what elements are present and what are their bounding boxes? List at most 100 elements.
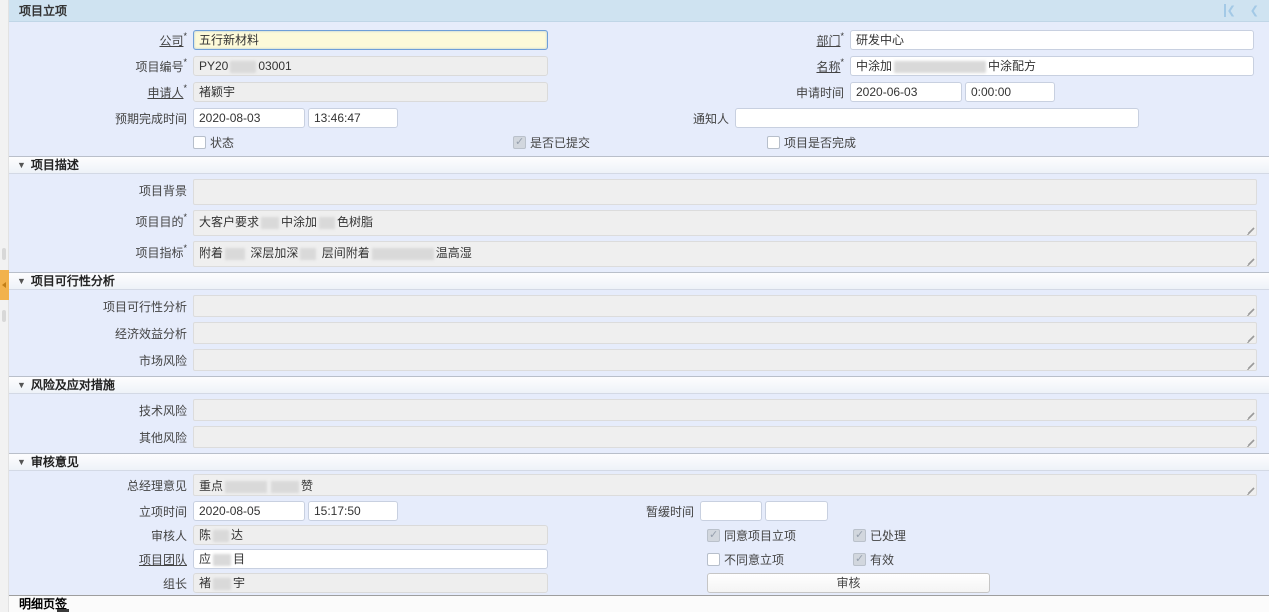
apply-time-label: 申请时间: [548, 84, 844, 101]
department-label: 部门*: [548, 32, 844, 49]
applicant-label: 申请人*: [9, 84, 187, 101]
submitted-checkbox[interactable]: [513, 136, 526, 149]
team-label: 项目团队: [9, 551, 187, 568]
form-row: 项目目的* 大客户要求中涂加色树脂: [9, 210, 1269, 236]
setup-time-label: 立项时间: [9, 503, 187, 520]
redacted-text: [271, 481, 299, 493]
record-nav: ❮ ❮: [1224, 4, 1259, 17]
setup-time-input[interactable]: 15:17:50: [308, 501, 398, 521]
collapse-triangle-icon: ▼: [17, 377, 26, 394]
other-risk-textarea[interactable]: [193, 426, 1257, 448]
left-splitter-bar: [0, 0, 9, 612]
expected-time-label: 预期完成时间: [9, 110, 187, 127]
company-input[interactable]: 五行新材料: [193, 30, 548, 50]
resize-grip-icon[interactable]: [1244, 223, 1255, 234]
name-input[interactable]: 中涂加中涂配方: [850, 56, 1254, 76]
valid-checkbox-label: 有效: [870, 551, 894, 568]
form-row: 审核人 陈达 同意项目立项 已处理: [9, 525, 1269, 545]
form-row: 公司* 五行新材料 部门* 研发中心: [9, 30, 1269, 50]
collapse-panel-handle[interactable]: [0, 270, 9, 300]
form-row: 项目团队 应目 不同意立项 有效: [9, 549, 1269, 569]
gm-opinion-label: 总经理意见: [9, 474, 187, 494]
team-input[interactable]: 应目: [193, 549, 548, 569]
resize-grip-icon[interactable]: [1244, 254, 1255, 265]
economic-benefit-textarea[interactable]: [193, 322, 1257, 344]
agree-checkbox[interactable]: [707, 529, 720, 542]
pause-time-input[interactable]: [765, 501, 828, 521]
purpose-textarea[interactable]: 大客户要求中涂加色树脂: [193, 210, 1257, 236]
form-row: 技术风险: [9, 399, 1269, 421]
section-description-body: 项目背景 项目目的* 大客户要求中涂加色树脂 项目指标* 附着 深层加深 层间附…: [9, 174, 1269, 267]
redacted-text: [225, 248, 245, 260]
project-initiation-page: 项目立项 ❮ ❮ 公司* 五行新材料 部门* 研发中心 项目编号* PY2003…: [0, 0, 1269, 612]
section-header-feasibility[interactable]: ▼项目可行性分析: [9, 272, 1269, 290]
section-review-body: 总经理意见 重点赞 立项时间 2020-08-05 15:17:50 暂缓时间 …: [9, 471, 1269, 593]
market-risk-textarea[interactable]: [193, 349, 1257, 371]
feasibility-analysis-label: 项目可行性分析: [9, 295, 187, 315]
technical-risk-textarea[interactable]: [193, 399, 1257, 421]
form-row: 立项时间 2020-08-05 15:17:50 暂缓时间: [9, 501, 1269, 521]
form-row: 组长 褚宇 审核: [9, 573, 1269, 593]
indicators-textarea[interactable]: 附着 深层加深 层间附着温高湿: [193, 241, 1257, 267]
section-header-risk[interactable]: ▼风险及应对措施: [9, 376, 1269, 394]
resize-grip-icon[interactable]: [1244, 358, 1255, 369]
processed-checkbox-label: 已处理: [870, 527, 906, 544]
resize-grip-icon[interactable]: [1244, 483, 1255, 494]
form-row: 其他风险: [9, 426, 1269, 448]
pause-date-input[interactable]: [700, 501, 762, 521]
purpose-label: 项目目的*: [9, 210, 187, 230]
gm-opinion-textarea[interactable]: 重点赞: [193, 474, 1257, 496]
form-row: 申请人* 褚颖宇 申请时间 2020-06-03 0:00:00: [9, 82, 1269, 102]
first-record-icon[interactable]: ❮: [1224, 4, 1236, 17]
reviewer-label: 审核人: [9, 527, 187, 544]
header-form: 公司* 五行新材料 部门* 研发中心 项目编号* PY2003001 名称* 中…: [9, 22, 1269, 152]
processed-checkbox-item: 已处理: [853, 527, 906, 544]
form-row: 项目编号* PY2003001 名称* 中涂加中涂配方: [9, 56, 1269, 76]
form-row: 预期完成时间 2020-08-03 13:46:47 通知人: [9, 108, 1269, 128]
background-textarea[interactable]: [193, 179, 1257, 205]
form-row: 经济效益分析: [9, 322, 1269, 344]
background-label: 项目背景: [9, 179, 187, 199]
expected-date-input[interactable]: 2020-08-03: [193, 108, 305, 128]
status-checkbox[interactable]: [193, 136, 206, 149]
other-risk-label: 其他风险: [9, 426, 187, 446]
redacted-text: [213, 554, 231, 566]
main-panel: 项目立项 ❮ ❮ 公司* 五行新材料 部门* 研发中心 项目编号* PY2003…: [9, 0, 1269, 612]
resize-grip-icon[interactable]: [1244, 331, 1255, 342]
redacted-text: [213, 530, 229, 542]
agree-checkbox-item: 同意项目立项: [707, 527, 796, 544]
disagree-checkbox-item: 不同意立项: [707, 551, 784, 568]
processed-checkbox[interactable]: [853, 529, 866, 542]
status-checkbox-row: 状态 是否已提交 项目是否完成: [9, 134, 1269, 152]
technical-risk-label: 技术风险: [9, 399, 187, 419]
notifier-input[interactable]: [735, 108, 1139, 128]
redacted-text: [230, 61, 256, 73]
prev-record-icon[interactable]: ❮: [1250, 4, 1259, 17]
valid-checkbox[interactable]: [853, 553, 866, 566]
form-row: 项目背景: [9, 179, 1269, 205]
department-input[interactable]: 研发中心: [850, 30, 1254, 50]
disagree-checkbox[interactable]: [707, 553, 720, 566]
section-header-review[interactable]: ▼审核意见: [9, 453, 1269, 471]
resize-grip-icon[interactable]: [1244, 304, 1255, 315]
company-label: 公司*: [9, 32, 187, 49]
resize-grip-icon[interactable]: [1244, 435, 1255, 446]
indicators-label: 项目指标*: [9, 241, 187, 261]
section-risk-body: 技术风险 其他风险: [9, 394, 1269, 448]
splitter-tick: [2, 248, 6, 260]
resize-grip-icon[interactable]: [1244, 408, 1255, 419]
expected-time-input[interactable]: 13:46:47: [308, 108, 398, 128]
feasibility-analysis-textarea[interactable]: [193, 295, 1257, 317]
form-row: 总经理意见 重点赞: [9, 474, 1269, 496]
review-button[interactable]: 审核: [707, 573, 990, 593]
apply-time-input[interactable]: 0:00:00: [965, 82, 1055, 102]
redacted-text: [213, 578, 231, 590]
pause-time-label: 暂缓时间: [398, 503, 694, 520]
setup-date-input[interactable]: 2020-08-05: [193, 501, 305, 521]
completed-checkbox-item: 项目是否完成: [767, 134, 856, 151]
name-label: 名称*: [548, 58, 844, 75]
applicant-input: 褚颖宇: [193, 82, 548, 102]
section-header-description[interactable]: ▼项目描述: [9, 156, 1269, 174]
apply-date-input[interactable]: 2020-06-03: [850, 82, 962, 102]
completed-checkbox[interactable]: [767, 136, 780, 149]
